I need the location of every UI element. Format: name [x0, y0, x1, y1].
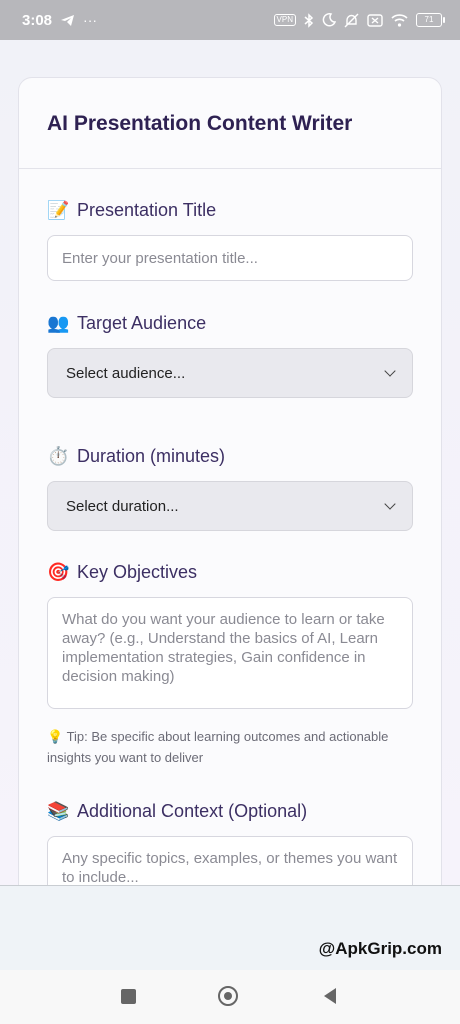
chevron-down-icon — [384, 498, 396, 510]
books-icon: 📚 — [47, 801, 70, 821]
chevron-down-icon — [384, 365, 396, 377]
duration-label: ⏱️ Duration (minutes) — [47, 446, 225, 467]
target-audience-label-text: Target Audience — [77, 313, 207, 333]
target-audience-select[interactable]: Select audience... — [47, 348, 413, 398]
mute-bell-icon — [344, 13, 359, 28]
status-bar-right: VPN 71 — [273, 12, 445, 28]
additional-context-textarea[interactable] — [47, 836, 413, 885]
moon-icon — [322, 13, 336, 27]
status-time: 3:08 — [22, 11, 53, 29]
form-card: AI Presentation Content Writer 📝 Present… — [18, 77, 442, 885]
stopwatch-icon: ⏱️ — [47, 446, 70, 466]
wifi-icon — [391, 13, 408, 27]
page-title: AI Presentation Content Writer — [47, 112, 353, 135]
additional-context-label-text: Additional Context (Optional) — [77, 801, 308, 821]
key-objectives-label-text: Key Objectives — [77, 562, 198, 582]
tip-text: 💡 Tip: Be specific about learning outcom… — [47, 729, 389, 765]
status-bar: 3:08 ··· VPN 71 — [0, 0, 460, 40]
back-button[interactable] — [320, 986, 340, 1006]
square-icon — [120, 988, 136, 1004]
target-audience-selected: Select audience... — [66, 364, 186, 382]
target-icon: 🎯 — [47, 562, 70, 582]
app-page: AI Presentation Content Writer 📝 Present… — [0, 40, 460, 885]
telegram-icon — [60, 14, 75, 27]
home-icon — [218, 986, 238, 1006]
battery-icon: 71 — [416, 13, 445, 27]
key-objectives-textarea[interactable] — [47, 597, 413, 709]
duration-label-text: Duration (minutes) — [77, 446, 226, 466]
presentation-title-input[interactable] — [47, 235, 413, 281]
duration-selected: Select duration... — [66, 497, 179, 515]
card-header: AI Presentation Content Writer — [19, 78, 441, 169]
status-bar-left: 3:08 ··· — [22, 12, 97, 29]
duration-select[interactable]: Select duration... — [47, 481, 413, 531]
memo-icon: 📝 — [47, 200, 70, 220]
target-audience-label: 👥 Target Audience — [47, 313, 206, 334]
back-triangle-icon — [324, 988, 336, 1004]
bluetooth-icon — [304, 12, 314, 28]
presentation-title-label: 📝 Presentation Title — [47, 200, 216, 221]
presentation-title-label-text: Presentation Title — [77, 200, 217, 220]
watermark: @ApkGrip.com — [318, 939, 442, 958]
recents-button[interactable] — [118, 986, 138, 1006]
system-nav-bar — [0, 970, 460, 1024]
key-objectives-label: 🎯 Key Objectives — [47, 562, 197, 583]
people-icon: 👥 — [47, 313, 70, 333]
vpn-icon: VPN — [273, 14, 296, 26]
more-dots-icon: ··· — [83, 12, 98, 28]
watermark-area: @ApkGrip.com — [0, 885, 460, 971]
home-button[interactable] — [216, 984, 240, 1008]
no-sim-icon — [367, 13, 383, 27]
additional-context-label: 📚 Additional Context (Optional) — [47, 801, 307, 822]
